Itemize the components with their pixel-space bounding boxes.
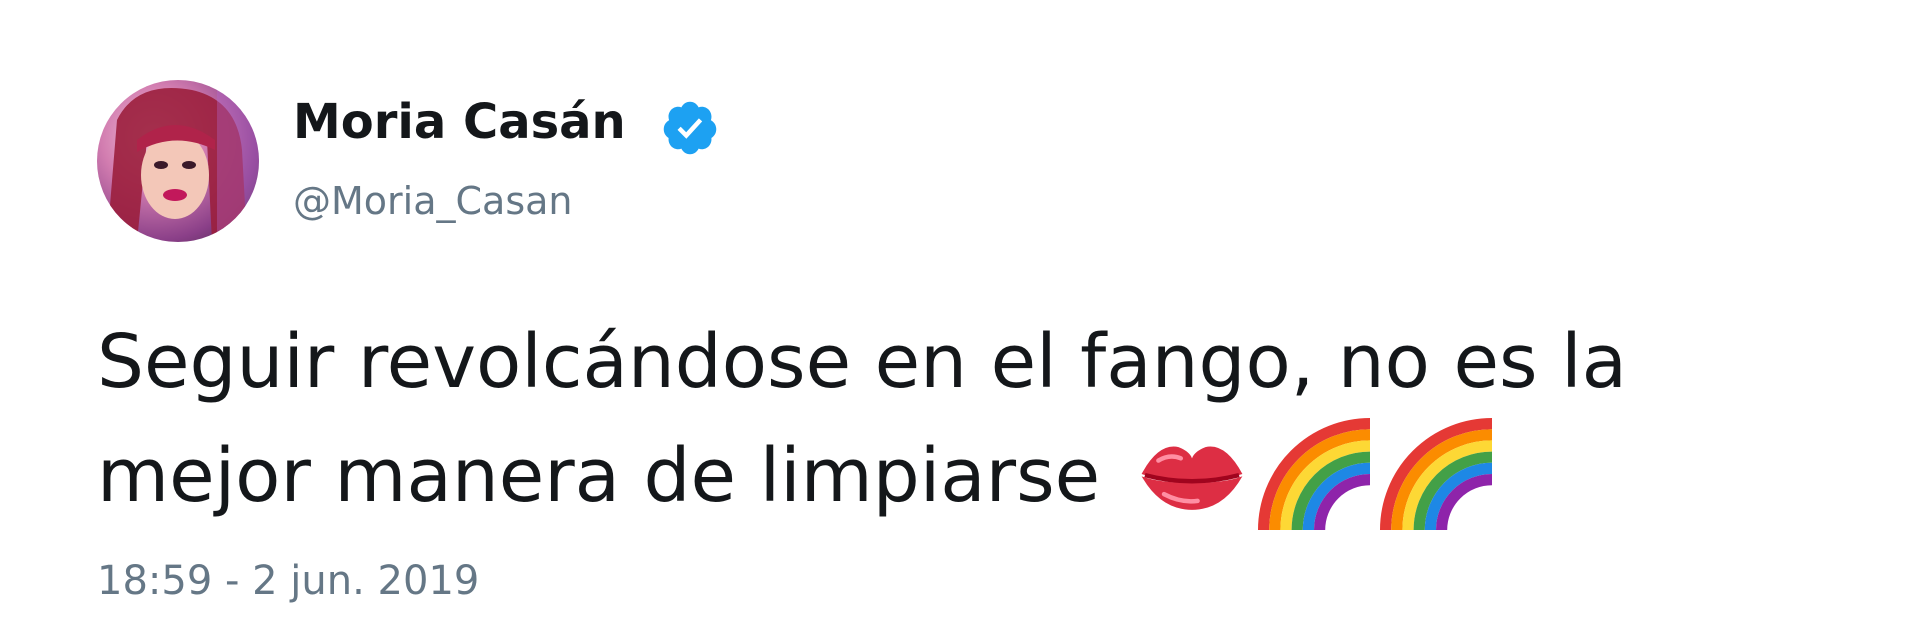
tweet-text: Seguir revolcándose en el fango, no es l…	[97, 305, 1857, 536]
author-avatar[interactable]	[97, 80, 259, 242]
tweet-text-line: Seguir revolcándose en el fango, no es l…	[97, 319, 1627, 405]
kiss-mark-emoji-icon	[1136, 418, 1248, 530]
tweet-text-line: mejor manera de limpiarse	[97, 418, 1857, 536]
tweet-timestamp[interactable]: 18:59 - 2 jun. 2019	[97, 556, 479, 606]
rainbow-emoji-icon	[1258, 418, 1371, 531]
author-display-name[interactable]: Moria Casán	[293, 92, 626, 152]
verified-badge-icon	[660, 98, 720, 158]
tweet-text-line-content: mejor manera de limpiarse	[97, 433, 1101, 519]
author-handle[interactable]: @Moria_Casan	[293, 176, 573, 226]
rainbow-emoji-icon	[1380, 418, 1493, 531]
tweet-card: Moria Casán @Moria_Casan Seguir revolcán…	[0, 0, 1920, 643]
profile-photo-icon	[107, 80, 259, 242]
